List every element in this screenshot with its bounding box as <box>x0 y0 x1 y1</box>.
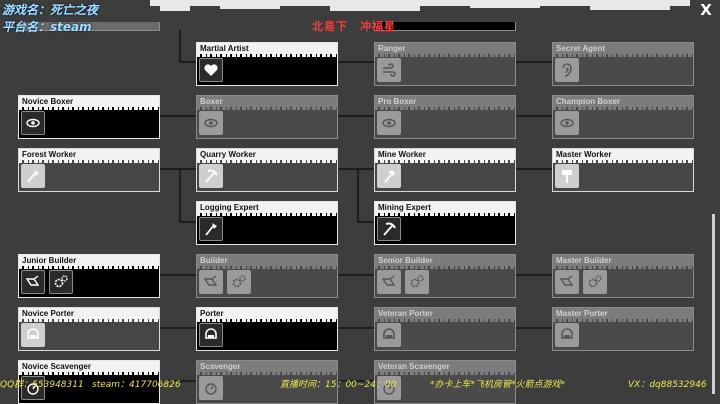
gears-icon <box>405 270 429 294</box>
gears-icon <box>227 270 251 294</box>
node-title: Champion Boxer <box>556 97 621 106</box>
ticker-time: 直播时间：15：00~24：00 <box>280 380 397 390</box>
ticker-steam: steam：417706826 <box>92 380 181 390</box>
node-pro-boxer[interactable]: Pro Boxer <box>374 95 516 139</box>
node-title: Secret Agent <box>556 44 606 53</box>
node-builder[interactable]: Builder <box>196 254 338 298</box>
node-title: Senior Builder <box>378 256 433 265</box>
stream-ticker: QQ群：553948311 steam：417706826 直播时间：15：00… <box>0 377 720 390</box>
hammer-icon <box>377 164 401 188</box>
node-title: Boxer <box>200 97 223 106</box>
helmet-icon <box>199 323 223 347</box>
node-title: Novice Scavenger <box>22 362 91 371</box>
node-title: Novice Boxer <box>22 97 74 106</box>
node-senior-builder[interactable]: Senior Builder <box>374 254 516 298</box>
ear-icon <box>555 58 579 82</box>
helmet-icon <box>377 323 401 347</box>
node-title: Veteran Scavenger <box>378 362 450 371</box>
node-title: Pro Boxer <box>378 97 417 106</box>
pickaxe-icon <box>199 164 223 188</box>
node-quarry-worker[interactable]: Quarry Worker <box>196 148 338 192</box>
gears-icon <box>583 270 607 294</box>
node-title: Veteran Porter <box>378 309 433 318</box>
node-martial-artist[interactable]: Martial Artist <box>196 42 338 86</box>
node-title: Builder <box>200 256 228 265</box>
node-champion-boxer[interactable]: Champion Boxer <box>552 95 694 139</box>
stream-red-banner: 北易下 冲福星 <box>312 20 396 33</box>
node-forest-worker[interactable]: Forest Worker <box>18 148 160 192</box>
node-boxer[interactable]: Boxer <box>196 95 338 139</box>
node-title: Master Worker <box>556 150 612 159</box>
heart-icon <box>199 58 223 82</box>
node-logging-expert[interactable]: Logging Expert <box>196 201 338 245</box>
ticker-vx: VX：dq88532946 <box>628 380 707 390</box>
stream-game-title: 游戏名：死亡之夜 <box>2 3 99 17</box>
node-junior-builder[interactable]: Junior Builder <box>18 254 160 298</box>
trowel-icon <box>199 270 223 294</box>
ticker-slogan: *办卡上车*飞机房管*火箭点游戏* <box>430 380 566 390</box>
node-title: Ranger <box>378 44 406 53</box>
eye-icon <box>21 111 45 135</box>
node-title: Master Porter <box>556 309 608 318</box>
node-mining-expert[interactable]: Mining Expert <box>374 201 516 245</box>
node-novice-boxer[interactable]: Novice Boxer <box>18 95 160 139</box>
eye-icon <box>377 111 401 135</box>
helmet-icon <box>555 323 579 347</box>
eye-icon <box>199 111 223 135</box>
stream-platform: 平台名：steam <box>2 20 92 34</box>
axe-icon <box>21 164 45 188</box>
node-title: Porter <box>200 309 224 318</box>
node-title: Forest Worker <box>22 150 77 159</box>
trowel-icon <box>555 270 579 294</box>
node-title: Master Builder <box>556 256 612 265</box>
trowel-icon <box>377 270 401 294</box>
node-master-worker[interactable]: Master Worker <box>552 148 694 192</box>
sledgehammer-icon <box>555 164 579 188</box>
scrollbar[interactable] <box>712 214 715 394</box>
node-title: Logging Expert <box>200 203 259 212</box>
node-porter[interactable]: Porter <box>196 307 338 351</box>
ticker-qq: QQ群：553948311 <box>0 380 84 390</box>
node-novice-porter[interactable]: Novice Porter <box>18 307 160 351</box>
node-title: Mine Worker <box>378 150 426 159</box>
wind-icon <box>377 58 401 82</box>
node-title: Mining Expert <box>378 203 431 212</box>
node-title: Scavenger <box>200 362 241 371</box>
node-master-porter[interactable]: Master Porter <box>552 307 694 351</box>
node-title: Quarry Worker <box>200 150 256 159</box>
eye-icon <box>555 111 579 135</box>
node-master-builder[interactable]: Master Builder <box>552 254 694 298</box>
node-title: Novice Porter <box>22 309 75 318</box>
close-button[interactable]: X <box>697 2 715 18</box>
node-ranger[interactable]: Ranger <box>374 42 516 86</box>
gears-icon <box>49 270 73 294</box>
node-secret-agent[interactable]: Secret Agent <box>552 42 694 86</box>
node-title: Martial Artist <box>200 44 249 53</box>
node-title: Junior Builder <box>22 256 77 265</box>
axe-icon <box>199 217 223 241</box>
helmet-icon <box>21 323 45 347</box>
pickaxe-icon <box>377 217 401 241</box>
skill-tree: Martial Artist Ranger Secret Agent Novic… <box>0 0 720 404</box>
trowel-icon <box>21 270 45 294</box>
node-mine-worker[interactable]: Mine Worker <box>374 148 516 192</box>
node-veteran-porter[interactable]: Veteran Porter <box>374 307 516 351</box>
